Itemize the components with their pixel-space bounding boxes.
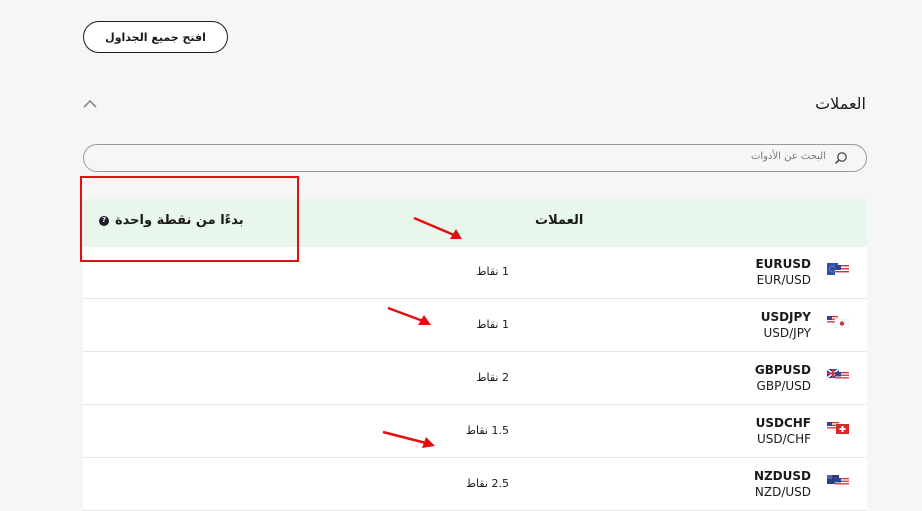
- table-row[interactable]: USDCHF USD/CHF 1.5 نقاط: [83, 406, 867, 458]
- us-jp-flag-icon: [827, 316, 849, 328]
- spread-header-label: بدءًا من نقطة واحدة: [115, 213, 244, 228]
- info-icon-glyph: ?: [101, 216, 107, 224]
- section-title: العملات: [815, 94, 866, 113]
- search-input[interactable]: البحث عن الأدوات: [83, 144, 867, 172]
- row-spread: 1 نقاط: [476, 318, 509, 331]
- row-spread: 2.5 نقاط: [465, 477, 509, 490]
- currencies-column-header: العملات: [535, 213, 584, 228]
- row-symbol: USDJPY: [760, 310, 811, 324]
- open-all-tables-label: افتح جميع الجداول: [105, 30, 206, 44]
- row-symbol: USDCHF: [755, 416, 811, 430]
- row-pair: GBP/USD: [756, 379, 811, 393]
- open-all-tables-button[interactable]: افتح جميع الجداول: [83, 21, 228, 53]
- search-placeholder: البحث عن الأدوات: [750, 151, 826, 162]
- chevron-up-icon[interactable]: [83, 99, 97, 108]
- row-spread: 1.5 نقاط: [465, 424, 509, 437]
- currencies-table: ? بدءًا من نقطة واحدة العملات EURUSD EUR…: [83, 199, 867, 511]
- us-ch-flag-icon: [827, 422, 849, 434]
- table-row[interactable]: NZDUSD NZD/USD 2.5 نقاط: [83, 459, 867, 511]
- spread-column-header: ? بدءًا من نقطة واحدة: [99, 213, 244, 228]
- table-row[interactable]: USDJPY USD/JPY 1 نقاط: [83, 300, 867, 352]
- row-spread: 2 نقاط: [476, 371, 509, 384]
- row-pair: USD/JPY: [763, 326, 811, 340]
- row-pair: EUR/USD: [756, 273, 811, 287]
- gb-us-flag-icon: [827, 369, 849, 381]
- row-spread: 1 نقاط: [476, 265, 509, 278]
- eu-us-flag-icon: [827, 263, 849, 275]
- row-symbol: EURUSD: [755, 257, 811, 271]
- row-symbol: GBPUSD: [754, 363, 811, 377]
- row-pair: USD/CHF: [757, 432, 811, 446]
- row-pair: NZD/USD: [754, 485, 811, 499]
- info-icon[interactable]: ?: [99, 215, 109, 226]
- row-symbol: NZDUSD: [753, 469, 811, 483]
- table-row[interactable]: GBPUSD GBP/USD 2 نقاط: [83, 353, 867, 405]
- table-row[interactable]: EURUSD EUR/USD 1 نقاط: [83, 247, 867, 299]
- table-header: ? بدءًا من نقطة واحدة العملات: [83, 199, 867, 248]
- search-icon: [834, 152, 847, 165]
- nz-us-flag-icon: [827, 475, 849, 487]
